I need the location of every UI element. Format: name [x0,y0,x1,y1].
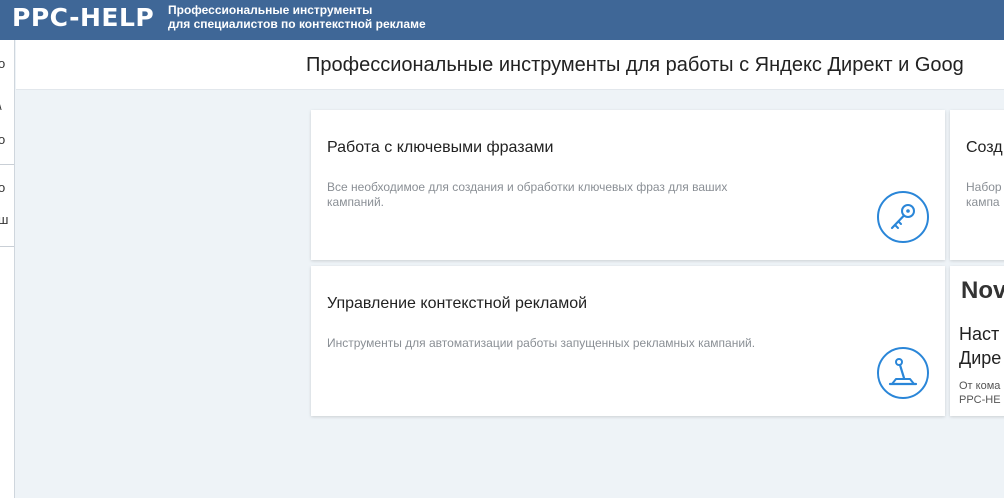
card-description: Набор кампа [966,180,1002,210]
news-meta-line: От кома [959,380,1001,392]
tagline: Профессиональные инструменты для специал… [168,3,426,31]
news-meta-line: PPC-HE [959,394,1001,406]
joystick-icon[interactable] [876,346,930,400]
tagline-line-2: для специалистов по контекстной рекламе [168,17,426,31]
sidebar-item-fragment[interactable]: ш [0,212,8,227]
news-title[interactable]: Наст Дире [959,322,1001,370]
card-description-line: Набор [966,180,1002,194]
card-description: Все необходимое для создания и обработки… [327,180,728,209]
card-title[interactable]: Работа с ключевыми фразами [327,139,553,157]
sidebar-item-fragment[interactable]: о [0,56,5,71]
sidebar-divider [0,164,14,165]
page-header: Профессиональные инструменты для работы … [16,40,1004,90]
card-ad-management[interactable]: Управление контекстной рекламой Инструме… [311,266,945,416]
card-keywords[interactable]: Работа с ключевыми фразами Все необходим… [311,110,945,260]
news-tag: Nov [961,277,1004,304]
sidebar-divider [0,246,14,247]
tagline-line-1: Профессиональные инструменты [168,3,373,17]
card-title[interactable]: Управление контекстной рекламой [327,295,587,313]
sidebar-item-fragment[interactable]: о [0,180,5,195]
news-meta: От кома PPC-HE [959,379,1001,407]
key-icon[interactable] [876,190,930,244]
sidebar-item-fragment[interactable]: о [0,132,5,147]
news-title-line[interactable]: Наст [959,322,1001,346]
news-title-line[interactable]: Дире [959,346,1001,370]
logo[interactable]: PPC-HELP [12,2,154,34]
sidebar: о \ о о ш [0,40,15,498]
card-partial[interactable]: Созд Набор кампа [950,110,1004,260]
card-title[interactable]: Созд [966,139,1003,157]
news-widget[interactable]: Nov Наст Дире От кома PPC-HE [950,266,1004,416]
card-description: Инструменты для автоматизации работы зап… [327,336,756,350]
top-bar: PPC-HELP Профессиональные инструменты дл… [0,0,1004,40]
sidebar-item-fragment[interactable]: \ [0,98,2,113]
page-title: Профессиональные инструменты для работы … [306,54,964,76]
card-description-line: кампа [966,195,1000,209]
